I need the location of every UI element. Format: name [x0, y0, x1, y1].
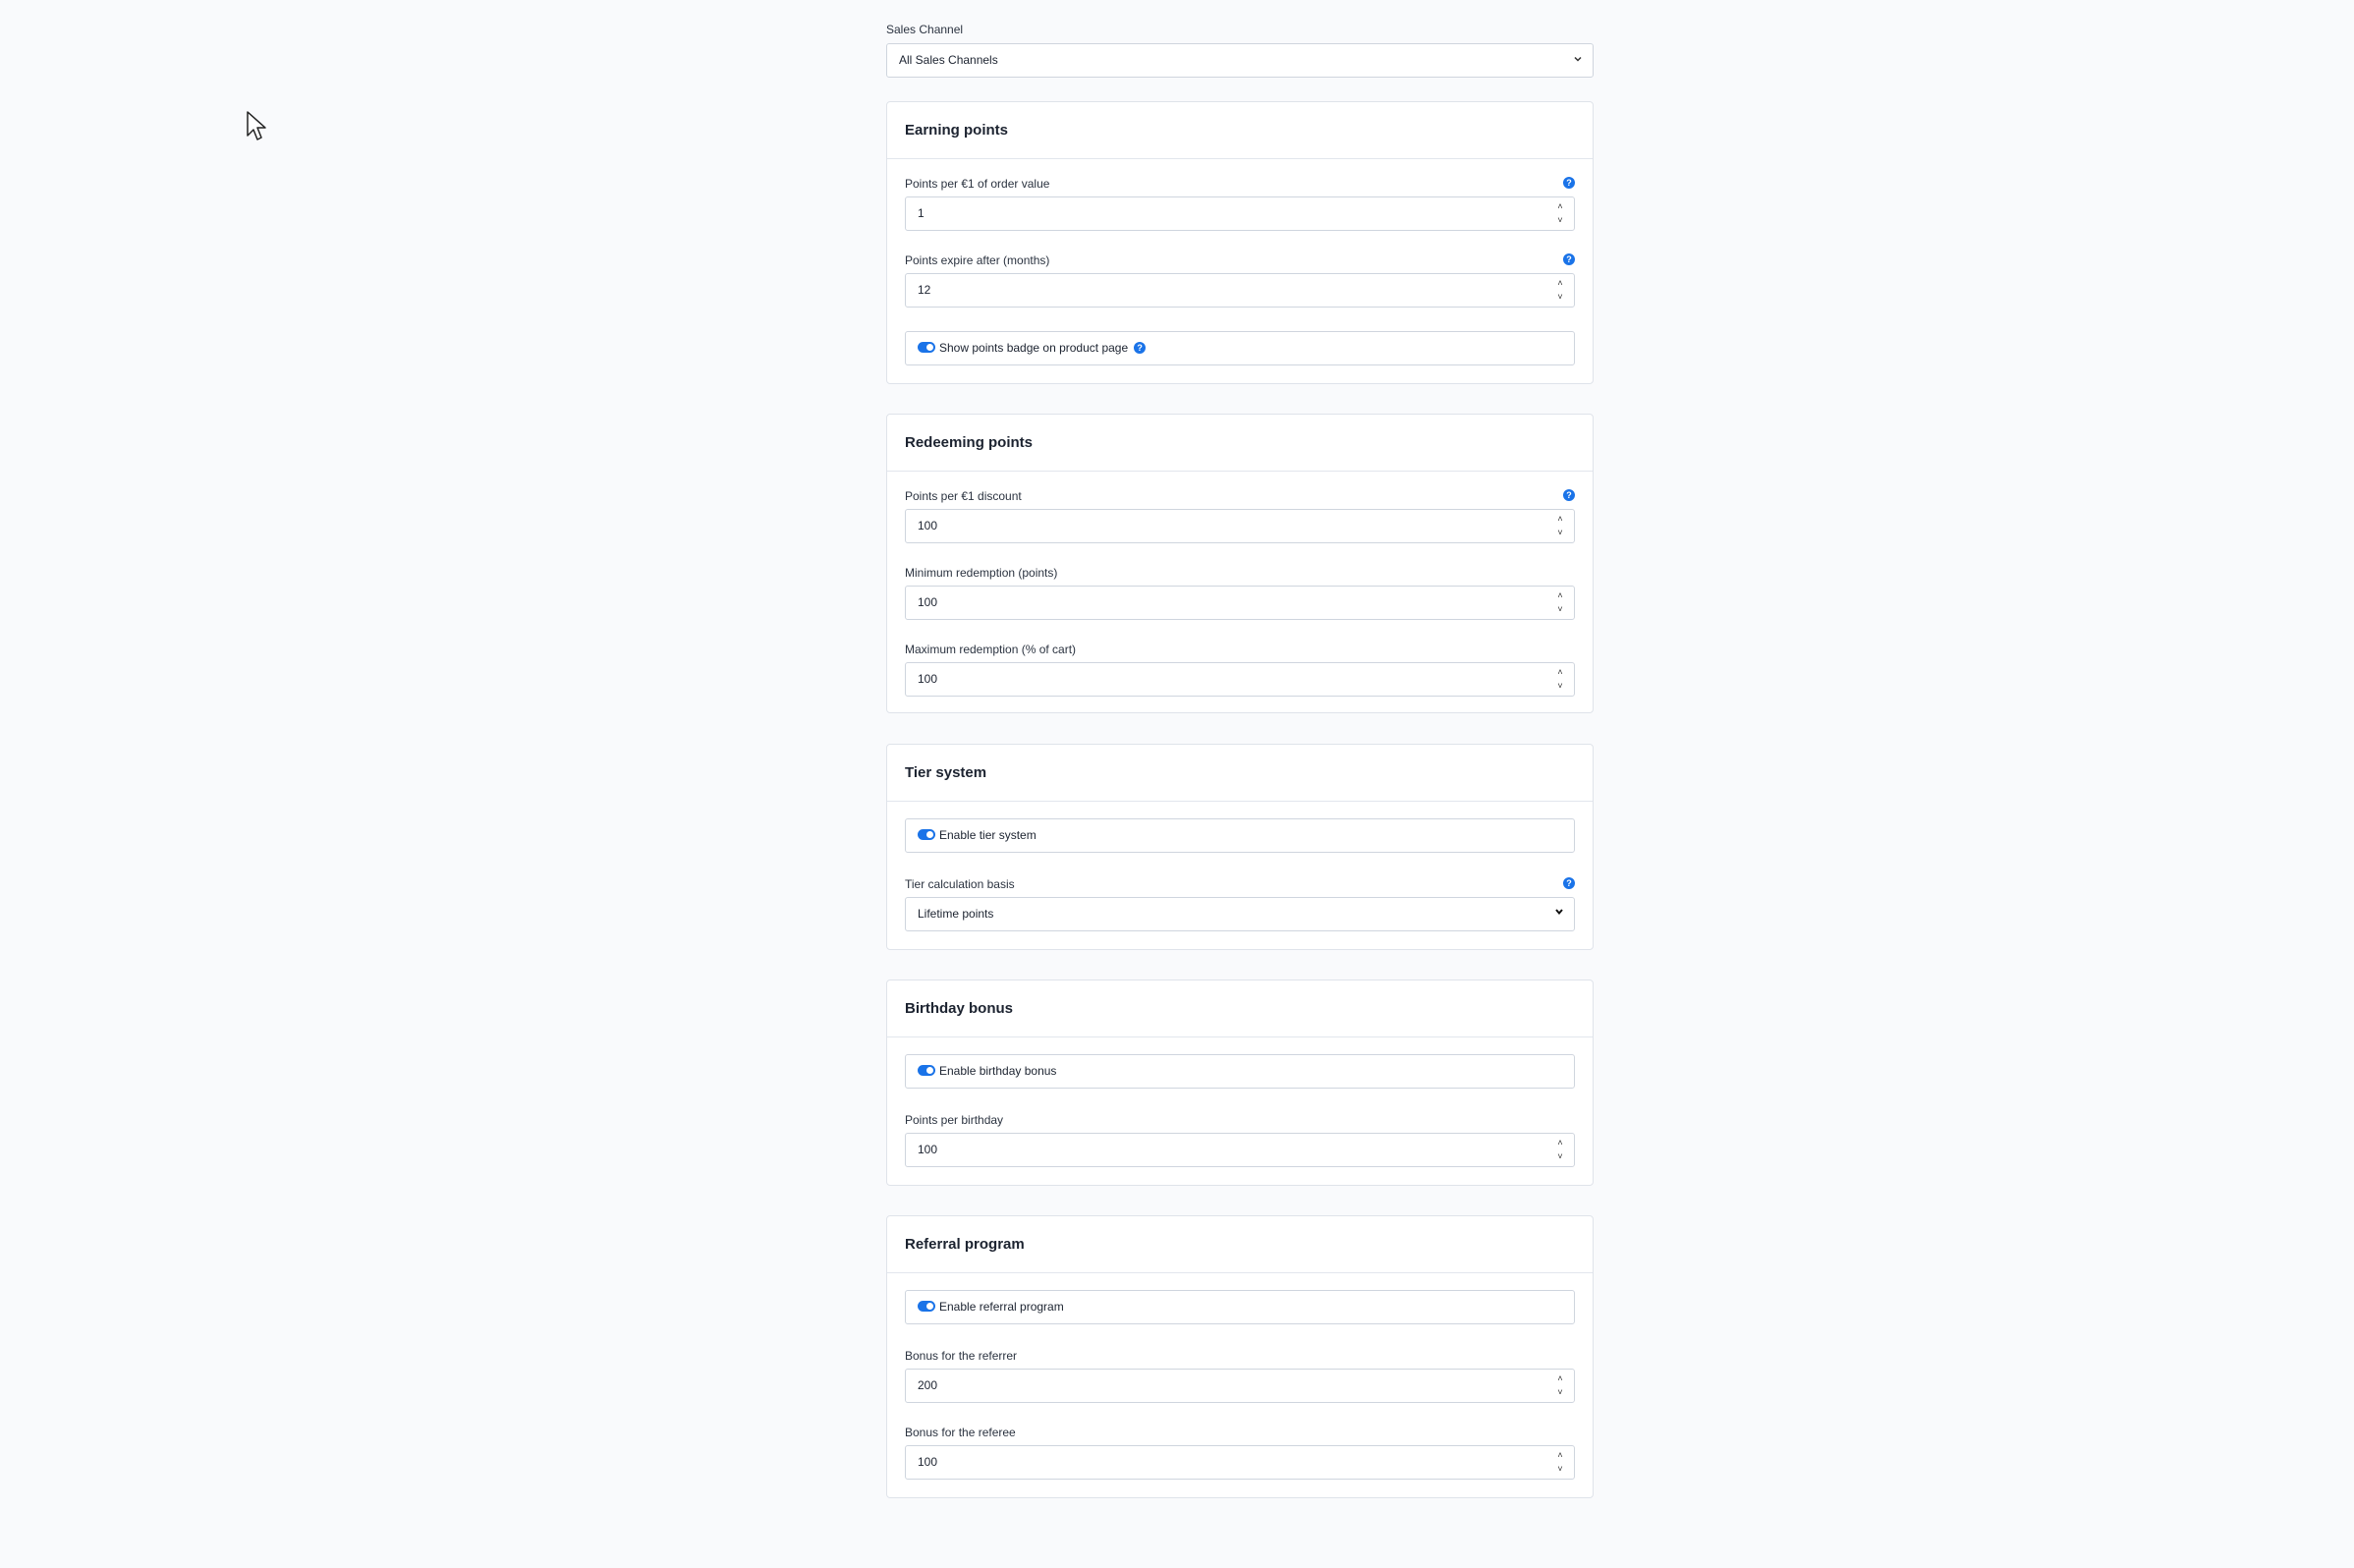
stepper-up-icon[interactable]: ˄: [1554, 588, 1566, 602]
sales-channel-label: Sales Channel: [886, 23, 964, 36]
stepper-down-icon[interactable]: ˅: [1554, 1462, 1566, 1476]
stepper-up-icon[interactable]: ˄: [1554, 1448, 1566, 1462]
tier-system-toggle-row[interactable]: Enable tier system: [905, 818, 1575, 853]
number-stepper[interactable]: ˄ ˅: [1554, 1136, 1566, 1164]
maximum-redemption-field: Maximum redemption (% of cart) 100 ˄ ˅: [905, 642, 1575, 697]
maximum-redemption-value: 100: [918, 672, 938, 686]
stepper-up-icon[interactable]: ˄: [1554, 276, 1566, 290]
toggle-switch[interactable]: [918, 1301, 935, 1313]
stepper-down-icon[interactable]: ˅: [1554, 1149, 1566, 1163]
tier-basis-select[interactable]: Lifetime points: [905, 897, 1575, 931]
help-icon[interactable]: ?: [1563, 253, 1575, 265]
points-badge-label: Show points badge on product page: [939, 341, 1129, 355]
stepper-up-icon[interactable]: ˄: [1554, 1372, 1566, 1385]
number-stepper[interactable]: ˄ ˅: [1554, 1372, 1566, 1400]
points-expire-label: Points expire after (months): [905, 253, 1050, 267]
help-icon[interactable]: ?: [1563, 877, 1575, 889]
birthday-bonus-toggle-row[interactable]: Enable birthday bonus: [905, 1054, 1575, 1089]
settings-form: Sales Channel All Sales Channels Earning…: [886, 22, 1594, 1498]
points-expire-input[interactable]: 12 ˄ ˅: [905, 273, 1575, 308]
referee-bonus-label: Bonus for the referee: [905, 1426, 1016, 1439]
tier-basis-field: Tier calculation basis? Lifetime points: [905, 876, 1575, 931]
tier-system-enable-label: Enable tier system: [939, 828, 1037, 842]
stepper-down-icon[interactable]: ˅: [1554, 213, 1566, 227]
points-per-euro-input[interactable]: 1 ˄ ˅: [905, 196, 1575, 231]
number-stepper[interactable]: ˄ ˅: [1554, 276, 1566, 305]
referral-program-title: Referral program: [887, 1216, 1593, 1273]
points-per-euro-field: Points per €1 of order value? 1 ˄ ˅: [905, 176, 1575, 231]
referee-bonus-input[interactable]: 100 ˄ ˅: [905, 1445, 1575, 1480]
number-stepper[interactable]: ˄ ˅: [1554, 199, 1566, 228]
referrer-bonus-value: 200: [918, 1378, 938, 1392]
referee-bonus-field: Bonus for the referee 100 ˄ ˅: [905, 1425, 1575, 1480]
referral-program-card: Referral program Enable referral program…: [886, 1215, 1594, 1498]
help-icon[interactable]: ?: [1134, 341, 1147, 354]
referrer-bonus-label: Bonus for the referrer: [905, 1349, 1018, 1363]
number-stepper[interactable]: ˄ ˅: [1554, 512, 1566, 540]
tier-system-title: Tier system: [887, 745, 1593, 802]
tier-basis-value: Lifetime points: [918, 907, 994, 921]
points-badge-toggle-row[interactable]: Show points badge on product page?: [905, 331, 1575, 365]
stepper-down-icon[interactable]: ˅: [1554, 602, 1566, 616]
chevron-down-icon: [1554, 898, 1564, 930]
stepper-up-icon[interactable]: ˄: [1554, 512, 1566, 526]
help-icon[interactable]: ?: [1563, 489, 1575, 501]
stepper-down-icon[interactable]: ˅: [1554, 290, 1566, 304]
points-per-birthday-value: 100: [918, 1143, 938, 1156]
minimum-redemption-field: Minimum redemption (points) 100 ˄ ˅: [905, 565, 1575, 620]
referrer-bonus-field: Bonus for the referrer 200 ˄ ˅: [905, 1348, 1575, 1403]
maximum-redemption-label: Maximum redemption (% of cart): [905, 643, 1077, 656]
help-icon[interactable]: ?: [1563, 177, 1575, 189]
stepper-up-icon[interactable]: ˄: [1554, 665, 1566, 679]
mouse-cursor-icon: [247, 111, 266, 140]
birthday-bonus-title: Birthday bonus: [887, 980, 1593, 1037]
referral-program-enable-label: Enable referral program: [939, 1300, 1064, 1314]
points-per-euro-value: 1: [918, 206, 925, 220]
number-stepper[interactable]: ˄ ˅: [1554, 665, 1566, 694]
points-per-discount-value: 100: [918, 519, 938, 532]
tier-system-card: Tier system Enable tier system Tier calc…: [886, 744, 1594, 950]
sales-channel-value: All Sales Channels: [899, 53, 998, 67]
redeeming-points-title: Redeeming points: [887, 415, 1593, 472]
birthday-bonus-card: Birthday bonus Enable birthday bonus Poi…: [886, 980, 1594, 1186]
chevron-down-icon: [1573, 44, 1583, 77]
referrer-bonus-input[interactable]: 200 ˄ ˅: [905, 1369, 1575, 1403]
points-per-discount-label: Points per €1 discount: [905, 489, 1022, 503]
points-per-discount-field: Points per €1 discount? 100 ˄ ˅: [905, 488, 1575, 543]
toggle-switch[interactable]: [918, 829, 935, 841]
points-per-discount-input[interactable]: 100 ˄ ˅: [905, 509, 1575, 543]
maximum-redemption-input[interactable]: 100 ˄ ˅: [905, 662, 1575, 697]
stepper-up-icon[interactable]: ˄: [1554, 199, 1566, 213]
points-per-euro-label: Points per €1 of order value: [905, 177, 1050, 191]
points-expire-value: 12: [918, 283, 931, 297]
points-per-birthday-field: Points per birthday 100 ˄ ˅: [905, 1112, 1575, 1167]
redeeming-points-card: Redeeming points Points per €1 discount?…: [886, 414, 1594, 713]
birthday-bonus-enable-label: Enable birthday bonus: [939, 1064, 1057, 1078]
minimum-redemption-value: 100: [918, 595, 938, 609]
minimum-redemption-label: Minimum redemption (points): [905, 566, 1058, 580]
stepper-up-icon[interactable]: ˄: [1554, 1136, 1566, 1149]
earning-points-card: Earning points Points per €1 of order va…: [886, 101, 1594, 384]
number-stepper[interactable]: ˄ ˅: [1554, 588, 1566, 617]
number-stepper[interactable]: ˄ ˅: [1554, 1448, 1566, 1477]
stepper-down-icon[interactable]: ˅: [1554, 526, 1566, 539]
stepper-down-icon[interactable]: ˅: [1554, 679, 1566, 693]
points-per-birthday-input[interactable]: 100 ˄ ˅: [905, 1133, 1575, 1167]
stepper-down-icon[interactable]: ˅: [1554, 1385, 1566, 1399]
toggle-switch[interactable]: [918, 342, 935, 354]
referee-bonus-value: 100: [918, 1455, 938, 1469]
sales-channel-select[interactable]: All Sales Channels: [886, 43, 1594, 78]
points-expire-field: Points expire after (months)? 12 ˄ ˅: [905, 252, 1575, 308]
toggle-switch[interactable]: [918, 1065, 935, 1077]
referral-program-toggle-row[interactable]: Enable referral program: [905, 1290, 1575, 1324]
points-per-birthday-label: Points per birthday: [905, 1113, 1004, 1127]
earning-points-title: Earning points: [887, 102, 1593, 159]
tier-basis-label: Tier calculation basis: [905, 877, 1015, 891]
minimum-redemption-input[interactable]: 100 ˄ ˅: [905, 586, 1575, 620]
